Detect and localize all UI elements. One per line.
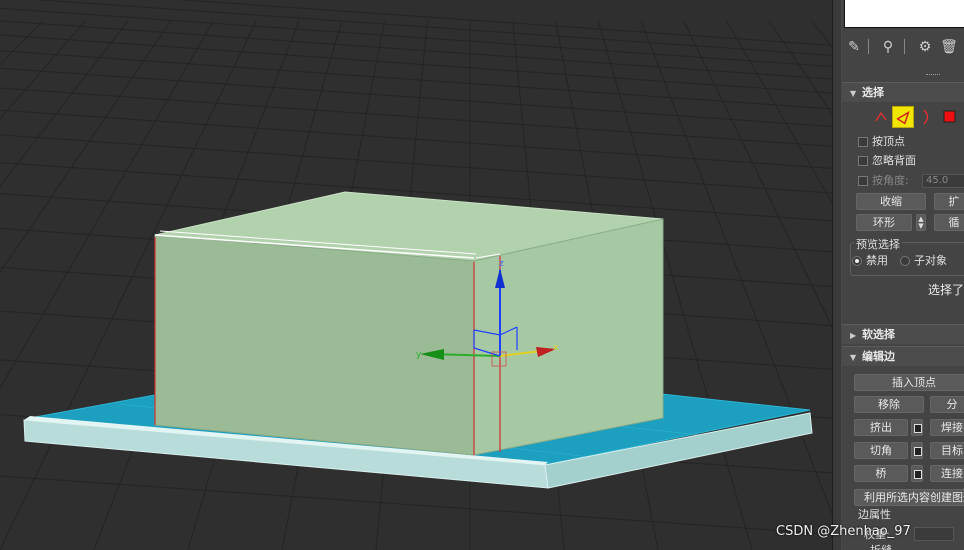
grid-line [0, 67, 832, 127]
subobject-level-buttons [842, 106, 964, 130]
ring-button[interactable]: 环形 [856, 214, 912, 231]
grid-line [0, 475, 832, 535]
chamfer-button[interactable]: 切角 [854, 442, 908, 459]
rollout-grip[interactable] [926, 74, 940, 76]
expand-arrow-icon: ▶ [850, 331, 857, 340]
preview-subobject-label: 子对象 [914, 254, 947, 267]
chamfer-settings-button[interactable] [911, 442, 923, 459]
crease-label: 折缝 [870, 543, 892, 550]
rollout-edit-edges-title: 编辑边 [862, 350, 895, 363]
radio-icon [852, 256, 862, 266]
by-angle-checkbox[interactable]: 按角度: [858, 173, 909, 189]
by-vertex-label: 按顶点 [872, 135, 905, 148]
rollout-soft-selection-header[interactable]: ▶ 软选择 [842, 324, 964, 344]
by-angle-label: 按角度: [872, 174, 909, 187]
preview-selection-title: 预览选择 [854, 236, 902, 252]
rollout-edit-edges-header[interactable]: ▼ 编辑边 [842, 346, 964, 366]
bridge-settings-button[interactable] [911, 465, 923, 482]
grid-line [0, 50, 832, 110]
collapse-arrow-icon: ▼ [850, 89, 857, 98]
grid-line [177, 0, 832, 46]
modifier-stack-toolbar: ✎ ⚲ ⚙ 🗑 [842, 34, 964, 60]
extrude-button[interactable]: 挤出 [854, 419, 908, 436]
rollout-selection-header[interactable]: ▼ 选择 [842, 82, 964, 102]
grid-line [0, 20, 86, 120]
rollout-selection-title: 选择 [862, 86, 884, 99]
command-panel-modify: ✎ ⚲ ⚙ 🗑 ▼ 选择 按顶点 忽略背面 按角度: 45.0 收缩 扩 环形 ▲… [842, 0, 964, 550]
grid-line [0, 20, 129, 187]
vertex-mode-icon[interactable] [870, 106, 892, 128]
box-object[interactable] [154, 191, 664, 456]
grid-line [0, 20, 172, 274]
checkbox-icon [858, 156, 868, 166]
split-button[interactable]: 分 [930, 396, 964, 413]
z-axis-label: z [499, 259, 504, 269]
insert-vertex-button[interactable]: 插入顶点 [854, 374, 964, 391]
radio-icon [900, 256, 910, 266]
grid-line [0, 7, 832, 68]
extrude-settings-button[interactable] [911, 419, 923, 436]
checkbox-icon [858, 137, 868, 147]
create-shape-button[interactable]: 利用所选内容创建图形 [854, 489, 964, 506]
y-axis-label: y [416, 350, 422, 360]
target-weld-button[interactable]: 目标 [930, 442, 964, 459]
x-axis-label: x [553, 343, 559, 353]
connect-button[interactable]: 连接 [930, 465, 964, 482]
grid-line [34, 0, 832, 56]
toolbar-separator [904, 39, 905, 54]
grid-line [0, 134, 832, 194]
ignore-backfacing-label: 忽略背面 [872, 154, 916, 167]
ignore-backfacing-checkbox[interactable]: 忽略背面 [858, 153, 916, 169]
preview-off-radio[interactable]: 禁用 [852, 253, 888, 269]
shrink-button[interactable]: 收缩 [856, 193, 926, 210]
toolbar-separator [868, 39, 869, 54]
grid-line [0, 109, 832, 169]
grow-button[interactable]: 扩 [934, 193, 964, 210]
bridge-button[interactable]: 桥 [854, 465, 908, 482]
ring-spinner[interactable]: ▲ ▼ [916, 214, 926, 231]
remove-modifier-icon[interactable]: 🗑 [940, 38, 958, 56]
grid-line [0, 20, 832, 80]
grid-line [0, 34, 832, 94]
viewport-panel-divider[interactable] [832, 0, 842, 550]
weld-button[interactable]: 焊接 [930, 419, 964, 436]
edge-properties-title: 边属性 [858, 508, 891, 521]
angle-spinner[interactable]: 45.0 [922, 174, 964, 188]
weight-spinner[interactable] [914, 527, 954, 541]
polygon-mode-icon[interactable] [939, 106, 961, 128]
by-vertex-checkbox[interactable]: 按顶点 [858, 134, 905, 150]
loop-button[interactable]: 循 [934, 214, 964, 231]
watermark-text: CSDN @Zhenhao_97 [776, 524, 911, 539]
viewport-canvas[interactable]: y x z [0, 0, 832, 550]
preview-subobject-radio[interactable]: 子对象 [900, 253, 947, 269]
edge-mode-icon[interactable] [892, 106, 914, 128]
selection-status: 选择了 [928, 283, 964, 297]
preview-off-label: 禁用 [866, 254, 888, 267]
collapse-arrow-icon: ▼ [850, 353, 857, 362]
rollout-soft-selection-title: 软选择 [862, 328, 895, 341]
border-mode-icon[interactable] [915, 106, 937, 128]
make-unique-icon[interactable]: ⚙ [916, 38, 934, 56]
pin-stack-icon[interactable]: ✎ [845, 38, 863, 56]
modifier-list-box[interactable] [844, 0, 964, 28]
remove-button[interactable]: 移除 [854, 396, 924, 413]
grid-line [0, 20, 43, 66]
perspective-viewport[interactable]: y x z [0, 0, 832, 550]
checkbox-icon [858, 176, 868, 186]
show-end-result-icon[interactable]: ⚲ [879, 38, 897, 56]
